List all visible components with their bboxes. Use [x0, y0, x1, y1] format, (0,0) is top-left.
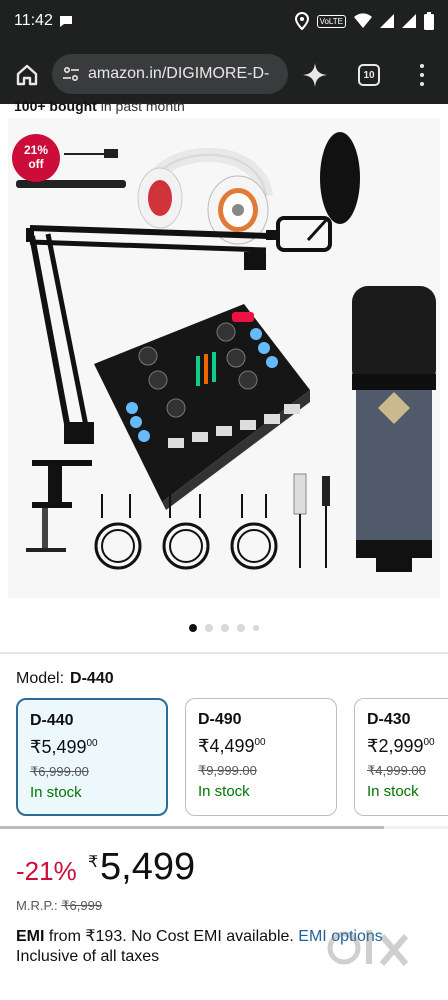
- variant-price: ₹5,49900: [30, 737, 98, 757]
- variant-option-d430[interactable]: D-430 ₹2,99900 ₹4,999.00 In stock: [354, 698, 448, 816]
- carousel-dot[interactable]: [253, 625, 259, 631]
- variant-name: D-490: [198, 711, 242, 728]
- wifi-icon: [354, 13, 372, 28]
- carousel-dot[interactable]: [205, 624, 213, 632]
- mrp-line: M.R.P.: ₹6,999: [16, 898, 102, 914]
- status-time: 11:42: [14, 12, 53, 29]
- price-currency: ₹: [88, 854, 99, 871]
- discount-badge-percent: 21%: [23, 143, 49, 157]
- variant-price: ₹2,99900: [367, 736, 435, 756]
- more-menu-icon[interactable]: [412, 62, 432, 88]
- home-icon[interactable]: [14, 62, 40, 88]
- variant-mrp: ₹4,999.00: [367, 763, 426, 778]
- discount-badge: 21% off: [12, 134, 60, 182]
- olx-watermark-logo: [326, 924, 416, 972]
- model-selected-value: D-440: [70, 670, 114, 687]
- url-text[interactable]: amazon.in/DIGIMORE-D-: [88, 65, 284, 83]
- carousel-dot[interactable]: [189, 624, 197, 632]
- signal-icon: [380, 14, 394, 28]
- price-discount: -21%: [16, 856, 77, 886]
- pop-filter-image: [266, 132, 360, 252]
- status-icons: VoLTE: [294, 12, 434, 30]
- emi-bold: EMI: [16, 928, 45, 945]
- model-label-text: Model:: [16, 670, 65, 687]
- variant-name: D-430: [367, 711, 411, 728]
- volte-icon: VoLTE: [316, 14, 346, 28]
- signal-icon: [402, 14, 416, 28]
- address-bar[interactable]: amazon.in/DIGIMORE-D-: [52, 54, 288, 94]
- variant-stock: In stock: [367, 783, 419, 800]
- section-divider: [0, 652, 448, 654]
- location-icon: [294, 12, 309, 30]
- browser-toolbar: amazon.in/DIGIMORE-D- 10: [0, 44, 448, 104]
- variant-option-d440[interactable]: D-440 ₹5,49900 ₹6,999.00 In stock: [16, 698, 168, 816]
- sound-card-image: [94, 304, 310, 510]
- microphone-image: [352, 286, 436, 572]
- battery-icon: [424, 12, 434, 30]
- status-bar: 11:42 VoLTE: [0, 0, 448, 44]
- carousel-dot[interactable]: [237, 624, 245, 632]
- bought-count: 100+ bought: [14, 98, 97, 114]
- usb-cable-image: [64, 149, 118, 158]
- cables-image: [94, 473, 330, 570]
- sparkle-icon[interactable]: [302, 62, 328, 93]
- site-settings-icon[interactable]: [62, 65, 80, 88]
- variant-scrollbar[interactable]: [0, 826, 384, 829]
- chat-bubble-icon: [58, 13, 74, 34]
- price-value: 5,499: [100, 846, 196, 888]
- model-label: Model: D-440: [16, 670, 114, 688]
- image-carousel-dots: [0, 622, 448, 634]
- variant-mrp: ₹6,999.00: [30, 764, 89, 779]
- variant-price: ₹4,49900: [198, 736, 266, 756]
- variant-name: D-440: [30, 712, 74, 729]
- variant-mrp: ₹9,999.00: [198, 763, 257, 778]
- tax-info: Inclusive of all taxes: [16, 948, 160, 965]
- variant-stock: In stock: [30, 784, 82, 801]
- tab-switcher-button[interactable]: 10: [358, 64, 380, 86]
- emi-text: from ₹193. No Cost EMI available.: [44, 928, 299, 945]
- product-image[interactable]: [8, 118, 440, 598]
- discount-badge-off: off: [28, 157, 44, 171]
- variant-option-d490[interactable]: D-490 ₹4,49900 ₹9,999.00 In stock: [185, 698, 337, 816]
- bought-in-past-month: 100+ bought in past month: [0, 96, 448, 114]
- mrp-label: M.R.P.:: [16, 898, 62, 913]
- bought-suffix: in past month: [96, 98, 185, 114]
- carousel-dot[interactable]: [221, 624, 229, 632]
- variant-stock: In stock: [198, 783, 250, 800]
- mrp-value: ₹6,999: [61, 898, 103, 913]
